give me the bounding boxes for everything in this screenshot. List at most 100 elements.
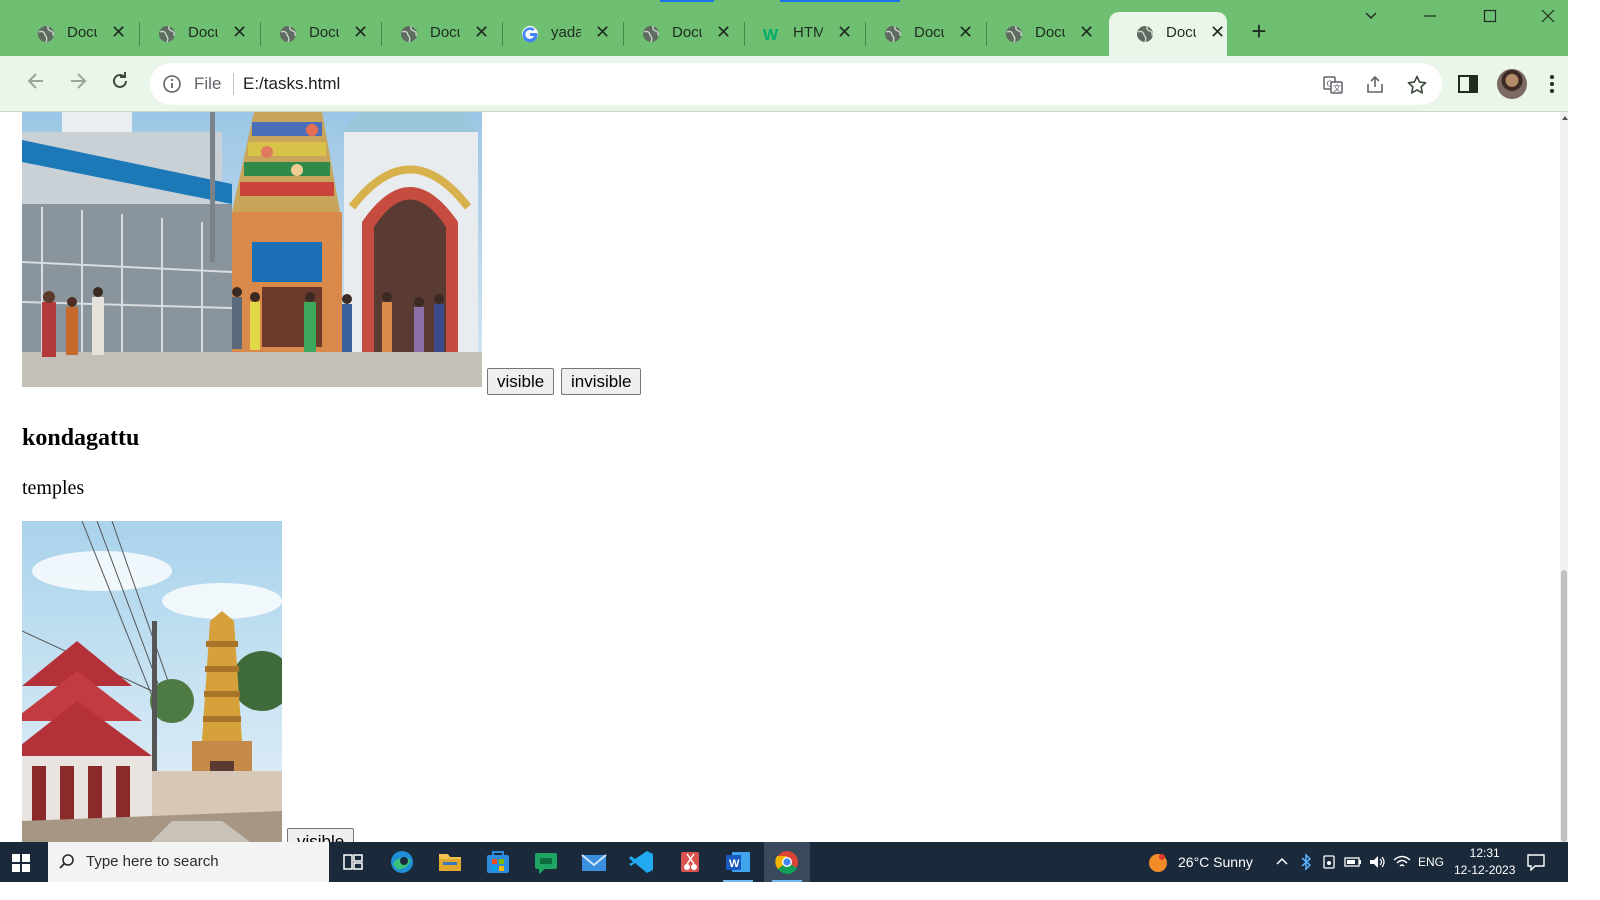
browser-tab[interactable]: Docu ✕ xyxy=(615,12,733,56)
w3schools-icon: W xyxy=(763,27,779,44)
page-viewport: visible invisible kondagattu temples vis… xyxy=(0,112,1568,842)
clock-date: 12-12-2023 xyxy=(1454,863,1516,877)
tab-close-icon[interactable]: ✕ xyxy=(595,22,610,43)
globe-icon xyxy=(885,25,901,43)
tab-close-icon[interactable]: ✕ xyxy=(1210,22,1225,43)
more-menu-icon[interactable] xyxy=(1540,72,1564,96)
battery-icon[interactable] xyxy=(1344,855,1362,869)
tab-title: Docu xyxy=(1166,24,1196,41)
volume-icon[interactable] xyxy=(1368,854,1386,870)
browser-tab[interactable]: Docu ✕ xyxy=(978,12,1096,56)
chevron-up-icon[interactable] xyxy=(1275,855,1289,869)
visible-button-2[interactable]: visible xyxy=(287,828,355,842)
maximize-button[interactable] xyxy=(1470,8,1510,34)
search-placeholder: Type here to search xyxy=(86,853,219,870)
vscode-icon[interactable] xyxy=(619,842,665,882)
translate-icon[interactable]: G文 xyxy=(1322,74,1344,96)
chat-app-icon[interactable] xyxy=(523,842,569,882)
globe-icon xyxy=(401,25,417,43)
search-icon xyxy=(59,854,74,869)
new-tab-button[interactable]: + xyxy=(1246,18,1272,44)
globe-icon xyxy=(38,25,54,43)
scroll-thumb[interactable] xyxy=(1561,570,1567,842)
tab-title: Docu xyxy=(430,24,460,41)
edge-icon[interactable] xyxy=(379,842,425,882)
back-button[interactable] xyxy=(22,70,50,98)
side-panel-icon[interactable] xyxy=(1456,72,1480,96)
clock-time: 12:31 xyxy=(1469,846,1500,860)
clock[interactable]: 12:31 12-12-2023 xyxy=(1454,845,1515,879)
wifi-icon[interactable] xyxy=(1393,854,1411,870)
tab-close-icon[interactable]: ✕ xyxy=(837,22,852,43)
tab-title: Docu xyxy=(672,24,702,41)
browser-tab[interactable]: Docu ✕ xyxy=(131,12,249,56)
globe-icon xyxy=(1137,25,1153,43)
language-indicator[interactable]: ENG xyxy=(1418,855,1444,869)
info-icon[interactable] xyxy=(162,74,182,94)
task-view-icon[interactable] xyxy=(330,842,376,882)
bluetooth-icon[interactable] xyxy=(1299,853,1313,871)
share-icon[interactable] xyxy=(1364,74,1386,96)
minimize-button[interactable] xyxy=(1410,8,1450,34)
browser-tab[interactable]: Docu ✕ xyxy=(252,12,370,56)
visible-button[interactable]: visible xyxy=(487,368,555,395)
address-divider xyxy=(233,73,234,95)
back-arrow-icon xyxy=(27,73,43,89)
chrome-icon[interactable] xyxy=(764,842,810,882)
reload-icon xyxy=(113,72,127,88)
tab-close-icon[interactable]: ✕ xyxy=(958,22,973,43)
snipping-tool-icon[interactable] xyxy=(667,842,713,882)
browser-tab[interactable]: Docu ✕ xyxy=(10,12,128,56)
temple-paragraph: temples xyxy=(22,477,85,499)
mail-icon[interactable] xyxy=(571,842,617,882)
file-explorer-icon[interactable] xyxy=(427,842,473,882)
tab-close-icon[interactable]: ✕ xyxy=(474,22,489,43)
browser-tab[interactable]: Docu ✕ xyxy=(857,12,975,56)
close-window-button[interactable] xyxy=(1528,8,1568,34)
google-icon xyxy=(522,26,538,43)
tab-strip: Docu ✕ Docu ✕ Docu ✕ Docu ✕ yada ✕ Docu ✕ W HTM ✕ Docu ✕… xyxy=(0,0,1568,56)
profile-avatar[interactable] xyxy=(1497,69,1527,99)
tab-title: Docu xyxy=(914,24,944,41)
browser-tab[interactable]: W HTM ✕ xyxy=(736,12,854,56)
tab-close-icon[interactable]: ✕ xyxy=(1079,22,1094,43)
svg-text:W: W xyxy=(763,27,779,44)
windows-start-icon[interactable] xyxy=(12,854,30,872)
svg-text:W: W xyxy=(729,858,740,870)
reload-button[interactable] xyxy=(106,70,134,98)
notifications-icon[interactable] xyxy=(1526,853,1546,871)
tab-title: Docu xyxy=(188,24,218,41)
browser-tab[interactable]: Docu ✕ xyxy=(1109,12,1227,56)
invisible-button[interactable]: invisible xyxy=(561,368,642,395)
tab-close-icon[interactable]: ✕ xyxy=(716,22,731,43)
globe-icon xyxy=(159,25,175,43)
forward-button[interactable] xyxy=(64,70,92,98)
tab-search-chevron-icon[interactable] xyxy=(1351,8,1391,34)
word-icon[interactable]: W xyxy=(715,842,761,882)
globe-icon xyxy=(280,25,296,43)
browser-toolbar: File E:/tasks.html G文 xyxy=(0,56,1568,112)
tab-close-icon[interactable]: ✕ xyxy=(111,22,126,43)
browser-tab[interactable]: Docu ✕ xyxy=(373,12,491,56)
tab-close-icon[interactable]: ✕ xyxy=(232,22,247,43)
loading-indicator xyxy=(660,0,714,2)
tab-title: HTM xyxy=(793,24,823,41)
forward-arrow-icon xyxy=(71,73,87,89)
temple-image-1 xyxy=(22,112,482,387)
microsoft-store-icon[interactable] xyxy=(475,842,521,882)
weather-text[interactable]: 26°C Sunny xyxy=(1178,854,1253,870)
loading-indicator xyxy=(780,0,900,2)
globe-icon xyxy=(1006,25,1022,43)
temple-heading: kondagattu xyxy=(22,425,140,451)
bookmark-star-icon[interactable] xyxy=(1406,74,1428,96)
address-scheme-label: File xyxy=(194,74,222,93)
address-url[interactable]: E:/tasks.html xyxy=(243,74,340,94)
browser-tab[interactable]: yada ✕ xyxy=(494,12,612,56)
address-bar[interactable]: File E:/tasks.html G文 xyxy=(150,63,1442,105)
device-icon[interactable] xyxy=(1321,854,1337,870)
scroll-up-arrow-icon[interactable] xyxy=(1562,116,1568,120)
weather-sun-icon[interactable] xyxy=(1147,852,1169,874)
tab-close-icon[interactable]: ✕ xyxy=(353,22,368,43)
windows-taskbar: Type here to search W 26°C Sunny ENG 12:… xyxy=(0,842,1568,882)
taskbar-search-box[interactable]: Type here to search xyxy=(48,842,329,882)
